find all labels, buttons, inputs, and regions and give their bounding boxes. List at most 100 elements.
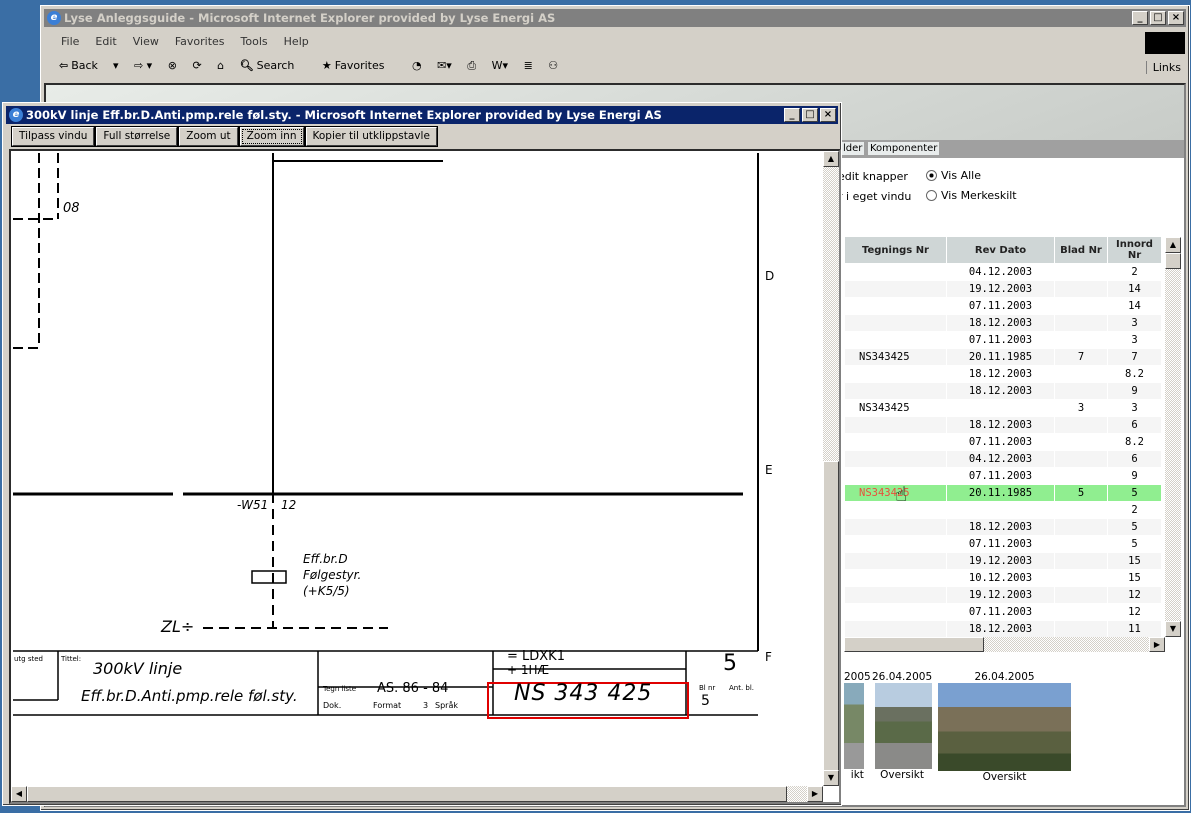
word-icon[interactable]: W▾ [492, 59, 508, 72]
menu-edit[interactable]: Edit [95, 35, 116, 48]
wire-vertical [272, 153, 443, 493]
table-row[interactable]: 19.12.2003 14 [845, 281, 1161, 298]
scroll-down-icon[interactable]: ▼ [823, 770, 839, 786]
maximize-button[interactable]: □ [1150, 11, 1166, 25]
copy-clipboard-button[interactable]: Kopier til utklippstavle [305, 127, 437, 146]
tab-komponenter[interactable]: Komponenter [868, 142, 940, 155]
table-row[interactable]: 18.12.2003 3 [845, 315, 1161, 332]
table-row[interactable]: 04.12.2003 2 [845, 264, 1161, 281]
tab-bilder[interactable]: lder [841, 142, 865, 155]
full-size-button[interactable]: Full størrelse [96, 127, 178, 146]
menu-file[interactable]: File [61, 35, 79, 48]
photo-1[interactable]: 2005 ikt [844, 671, 871, 781]
scroll-thumb[interactable] [844, 637, 984, 652]
menu-view[interactable]: View [133, 35, 159, 48]
table-row[interactable]: 18.12.2003 9 [845, 383, 1161, 400]
drawing-horizontal-scrollbar[interactable]: ◀ ▶ [11, 786, 823, 802]
photo-3[interactable]: 26.04.2005 Oversikt [938, 671, 1071, 783]
minimize-button[interactable]: _ [784, 108, 800, 122]
scroll-thumb[interactable] [823, 461, 839, 771]
cell-innord-nr: 3 [1108, 332, 1161, 349]
col-innord-nr[interactable]: Innord Nr [1108, 237, 1161, 264]
table-row[interactable]: NS343425 3 3 [845, 400, 1161, 417]
tb-ihae: + 1HÆ [507, 663, 550, 677]
messenger-icon[interactable]: ⚇ [548, 59, 558, 72]
col-tegnings-nr[interactable]: Tegnings Nr [845, 237, 946, 264]
menu-favorites[interactable]: Favorites [175, 35, 225, 48]
scroll-down-icon[interactable]: ▼ [1165, 621, 1181, 637]
zoom-in-button[interactable]: Zoom inn [239, 127, 304, 146]
edit-page-icon[interactable]: ≣ [524, 59, 533, 72]
table-row[interactable]: 18.12.2003 6 [845, 417, 1161, 434]
table-row[interactable]: 18.12.2003 8.2 [845, 366, 1161, 383]
col-blad-nr[interactable]: Blad Nr [1055, 237, 1107, 264]
table-row[interactable]: 18.12.2003 11 [845, 621, 1161, 637]
table-row[interactable]: 10.12.2003 15 [845, 570, 1161, 587]
radio-unchecked-icon [926, 190, 937, 201]
forward-button[interactable]: ⇨ ▾ [134, 59, 152, 72]
scroll-up-icon[interactable]: ▲ [1165, 237, 1181, 253]
scroll-thumb[interactable] [1165, 253, 1181, 269]
home-icon[interactable]: ⌂ [217, 59, 224, 72]
history-icon[interactable]: ◔ [412, 59, 422, 72]
menu-help[interactable]: Help [284, 35, 309, 48]
table-row[interactable]: NS343425 20.11.1985 7 7 [845, 349, 1161, 366]
fit-window-button[interactable]: Tilpass vindu [12, 127, 95, 146]
search-button[interactable]: 🔍︎ Search [240, 59, 307, 72]
drawing-vertical-scrollbar[interactable]: ▲ ▼ [823, 151, 839, 786]
menu-tools[interactable]: Tools [241, 35, 268, 48]
print-icon[interactable]: ⎙ [467, 59, 476, 73]
table-row[interactable]: 07.11.2003 12 [845, 604, 1161, 621]
tb-title-line1: 300kV linje [93, 659, 183, 678]
photo-thumbnail[interactable] [844, 683, 864, 769]
photo-2[interactable]: 26.04.2005 Oversikt [872, 671, 932, 781]
close-button[interactable]: × [820, 108, 836, 122]
cell-innord-nr: 15 [1108, 570, 1161, 587]
refresh-icon[interactable]: ⟳ [192, 59, 201, 72]
scroll-right-icon[interactable]: ▶ [807, 786, 823, 802]
favorites-button[interactable]: ★ Favorites [322, 59, 397, 72]
minimize-button[interactable]: _ [1132, 11, 1148, 25]
scroll-right-icon[interactable]: ▶ [1149, 637, 1165, 652]
table-row[interactable]: 07.11.2003 8.2 [845, 434, 1161, 451]
photo-thumbnail[interactable] [938, 683, 1071, 771]
menu-bar: File Edit View Favorites Tools Help [61, 35, 325, 48]
mail-icon[interactable]: ✉▾ [437, 59, 452, 72]
cell-tegnings-nr [845, 570, 946, 587]
cell-tegnings-nr [845, 621, 946, 637]
desc-line: (+K5/5) [303, 584, 350, 598]
radio-vis-alle[interactable]: Vis Alle [926, 169, 981, 182]
radio-vis-merkeskilt[interactable]: Vis Merkeskilt [926, 189, 1017, 202]
cell-tegnings-nr[interactable]: NS343425 [845, 400, 946, 417]
stop-icon[interactable]: ⊗ [168, 59, 177, 72]
table-row[interactable]: 07.11.2003 3 [845, 332, 1161, 349]
cell-blad-nr [1055, 451, 1107, 468]
table-row[interactable]: 19.12.2003 15 [845, 553, 1161, 570]
cell-rev-dato: 18.12.2003 [947, 383, 1054, 400]
popup-title-bar: e 300kV linje Eff.br.D.Anti.pmp.rele føl… [6, 106, 838, 124]
table-row[interactable]: 07.11.2003 9 [845, 468, 1161, 485]
scroll-up-icon[interactable]: ▲ [823, 151, 839, 167]
table-horizontal-scrollbar[interactable]: ▶ [844, 637, 1165, 652]
table-vertical-scrollbar[interactable]: ▲ ▼ [1165, 237, 1181, 637]
scroll-left-icon[interactable]: ◀ [11, 786, 27, 802]
table-row[interactable]: 19.12.2003 12 [845, 587, 1161, 604]
label-12: 12 [281, 498, 297, 512]
table-row[interactable]: 18.12.2003 5 [845, 519, 1161, 536]
cell-rev-dato: 07.11.2003 [947, 468, 1054, 485]
table-row[interactable]: 2 [845, 502, 1161, 519]
table-row[interactable]: 04.12.2003 6 [845, 451, 1161, 468]
maximize-button[interactable]: □ [802, 108, 818, 122]
close-button[interactable]: × [1168, 11, 1184, 25]
drawing-toolbar: Tilpass vindu Full størrelse Zoom ut Zoom i… [12, 127, 439, 146]
back-button[interactable]: ⇦ Back ▾ [59, 59, 118, 72]
zoom-out-button[interactable]: Zoom ut [179, 127, 238, 146]
table-row[interactable]: NS343425 20.11.1985 5 5 [845, 485, 1161, 502]
cell-tegnings-nr[interactable]: NS343425 [845, 349, 946, 366]
scroll-thumb[interactable] [27, 786, 787, 802]
links-button[interactable]: Links [1145, 61, 1181, 74]
photo-thumbnail[interactable] [875, 683, 932, 769]
col-rev-dato[interactable]: Rev Dato [947, 237, 1054, 264]
table-row[interactable]: 07.11.2003 5 [845, 536, 1161, 553]
table-row[interactable]: 07.11.2003 14 [845, 298, 1161, 315]
